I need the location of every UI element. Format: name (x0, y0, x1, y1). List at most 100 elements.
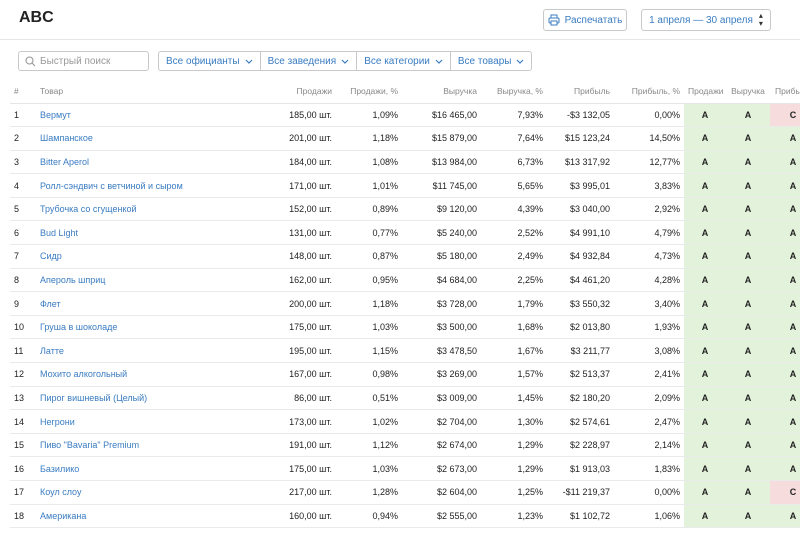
page-title: ABC (19, 9, 54, 26)
column-header[interactable]: Выручка (402, 80, 481, 104)
profit-grade-badge: A (770, 315, 800, 340)
revenue-cell: $2 674,00 (402, 433, 481, 458)
revenue-pct-cell: 1,67% (481, 338, 547, 364)
sales-cell: 131,00 шт. (236, 220, 336, 246)
sales-grade-badge: A (684, 244, 726, 269)
row-number: 11 (10, 338, 36, 364)
sales-grade-badge: A (684, 504, 726, 529)
product-link[interactable]: Вермут (36, 103, 236, 128)
filter-label: Все товары (457, 55, 512, 67)
product-link[interactable]: Bitter Aperol (36, 150, 236, 175)
column-header[interactable]: Прибыль, % (614, 80, 684, 104)
filter-group: Все официанты Все заведения Все категори… (158, 51, 533, 71)
revenue-grade-badge: A (726, 173, 770, 198)
row-number: 15 (10, 433, 36, 458)
product-link[interactable]: Базилико (36, 456, 236, 481)
revenue-grade-badge: A (726, 244, 770, 269)
product-link[interactable]: Пиво "Bavaria" Premium (36, 433, 236, 458)
revenue-grade-badge: A (726, 103, 770, 128)
profit-grade-badge: A (770, 386, 800, 411)
column-header[interactable]: # (10, 80, 36, 104)
profit-grade-badge: A (770, 504, 800, 529)
abc-table: # Товар Продажи Продажи, % Выручка Выруч… (10, 80, 800, 529)
sales-grade-badge: A (684, 173, 726, 198)
product-link[interactable]: Bud Light (36, 220, 236, 246)
sales-pct-cell: 1,08% (336, 150, 402, 175)
column-header[interactable]: Выручка, % (481, 80, 547, 104)
sales-cell: 148,00 шт. (236, 244, 336, 269)
sales-cell: 184,00 шт. (236, 150, 336, 175)
sales-cell: 86,00 шт. (236, 386, 336, 411)
sales-cell: 162,00 шт. (236, 268, 336, 293)
product-link[interactable]: Негрони (36, 409, 236, 434)
revenue-cell: $3 478,50 (402, 338, 481, 364)
sales-grade-badge: A (684, 338, 726, 364)
revenue-pct-cell: 6,73% (481, 150, 547, 175)
chevron-down-icon (245, 59, 252, 64)
search-input[interactable] (40, 55, 140, 67)
sales-cell: 173,00 шт. (236, 409, 336, 434)
product-link[interactable]: Мохито алкогольный (36, 362, 236, 387)
table-row: 10 Груша в шоколаде 175,00 шт. 1,03% $3 500,… (10, 315, 800, 340)
sales-cell: 152,00 шт. (236, 197, 336, 222)
profit-pct-cell: 4,73% (614, 244, 684, 269)
sales-grade-badge: A (684, 386, 726, 411)
table-row: 4 Ролл-сэндвич с ветчиной и сыром 171,00 ш… (10, 173, 800, 198)
profit-pct-cell: 1,06% (614, 504, 684, 529)
column-header[interactable]: Продажи (236, 80, 336, 104)
sales-cell: 201,00 шт. (236, 126, 336, 151)
sales-pct-cell: 1,18% (336, 126, 402, 151)
filter-categories[interactable]: Все категории (357, 52, 451, 70)
revenue-cell: $3 728,00 (402, 291, 481, 316)
product-link[interactable]: Груша в шоколаде (36, 315, 236, 340)
product-link[interactable]: Американа (36, 504, 236, 529)
profit-pct-cell: 1,93% (614, 315, 684, 340)
sales-pct-cell: 1,02% (336, 409, 402, 434)
table-row: 14 Негрони 173,00 шт. 1,02% $2 704,00 1,30% $2… (10, 409, 800, 434)
column-header[interactable]: Продажи, % (336, 80, 402, 104)
product-link[interactable]: Сидр (36, 244, 236, 269)
column-header[interactable]: Прибыль (770, 80, 800, 104)
column-header[interactable]: Продажи (684, 80, 726, 104)
revenue-grade-badge: A (726, 268, 770, 293)
column-header[interactable]: Выручка (726, 80, 770, 104)
product-link[interactable]: Шампанское (36, 126, 236, 151)
sales-grade-badge: A (684, 220, 726, 246)
page-header: ABC Распечатать 1 апреля — 30 апреля ▴ ▾ (0, 0, 800, 40)
table-header-row: # Товар Продажи Продажи, % Выручка Выруч… (10, 80, 800, 104)
revenue-pct-cell: 5,65% (481, 173, 547, 198)
revenue-grade-badge: A (726, 362, 770, 387)
product-link[interactable]: Апероль шприц (36, 268, 236, 293)
product-link[interactable]: Латте (36, 338, 236, 364)
profit-cell: $2 574,61 (547, 409, 614, 434)
product-link[interactable]: Коул слоу (36, 480, 236, 505)
profit-cell: $3 550,32 (547, 291, 614, 316)
profit-grade-badge: C (770, 480, 800, 505)
profit-cell: $4 932,84 (547, 244, 614, 269)
table-row: 7 Сидр 148,00 шт. 0,87% $5 180,00 2,49% $4 932… (10, 244, 800, 269)
sales-grade-badge: A (684, 315, 726, 340)
profit-cell: $2 180,20 (547, 386, 614, 411)
product-link[interactable]: Флет (36, 291, 236, 316)
revenue-pct-cell: 7,93% (481, 103, 547, 128)
revenue-cell: $11 745,00 (402, 173, 481, 198)
sales-pct-cell: 1,09% (336, 103, 402, 128)
sales-cell: 200,00 шт. (236, 291, 336, 316)
profit-grade-badge: A (770, 362, 800, 387)
filter-products[interactable]: Все товары (451, 52, 532, 70)
search-box[interactable] (18, 51, 149, 71)
column-header[interactable]: Товар (36, 80, 236, 104)
column-header[interactable]: Прибыль (547, 80, 614, 104)
date-range-picker[interactable]: 1 апреля — 30 апреля ▴ ▾ (641, 9, 771, 31)
profit-pct-cell: 2,09% (614, 386, 684, 411)
filter-venues[interactable]: Все заведения (261, 52, 358, 70)
product-link[interactable]: Ролл-сэндвич с ветчиной и сыром (36, 173, 236, 198)
row-number: 6 (10, 220, 36, 246)
product-link[interactable]: Трубочка со сгущенкой (36, 197, 236, 222)
filter-waiters[interactable]: Все официанты (159, 52, 261, 70)
print-button[interactable]: Распечатать (543, 9, 627, 31)
product-link[interactable]: Пирог вишневый (Целый) (36, 386, 236, 411)
profit-cell: $1 102,72 (547, 504, 614, 529)
profit-grade-badge: A (770, 409, 800, 434)
profit-grade-badge: A (770, 338, 800, 364)
